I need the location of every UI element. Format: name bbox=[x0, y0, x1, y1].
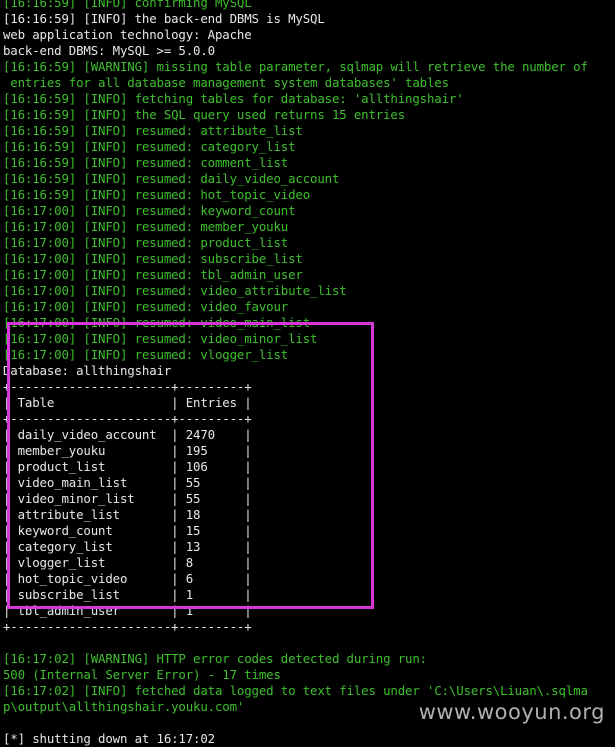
console-line: | product_list | 106 | bbox=[3, 459, 252, 474]
console-line: | subscribe_list | 1 | bbox=[3, 587, 252, 602]
terminal-output: [16:16:59] [INFO] confirming MySQL [16:16… bbox=[3, 0, 615, 747]
console-line: [16:17:00] [INFO] resumed: video_attribu… bbox=[3, 283, 347, 298]
console-line: [16:16:59] [INFO] the back-end DBMS is M… bbox=[3, 11, 325, 26]
console-line: [16:16:59] [INFO] resumed: attribute_lis… bbox=[3, 123, 303, 138]
console-line: back-end DBMS: MySQL >= 5.0.0 bbox=[3, 43, 215, 58]
console-line: | Table | Entries | bbox=[3, 395, 252, 410]
console-line: | daily_video_account | 2470 | bbox=[3, 427, 252, 442]
console-line: | category_list | 13 | bbox=[3, 539, 252, 554]
console-line: [16:16:59] [INFO] resumed: daily_video_a… bbox=[3, 171, 340, 186]
console-line: [16:17:02] [INFO] fetched data logged to… bbox=[3, 683, 588, 698]
console-line: [*] shutting down at 16:17:02 bbox=[3, 731, 215, 746]
console-line: [16:17:00] [INFO] resumed: member_youku bbox=[3, 219, 289, 234]
console-line: [16:17:00] [INFO] resumed: tbl_admin_use… bbox=[3, 267, 303, 282]
console-line: [16:16:59] [WARNING] missing table param… bbox=[3, 59, 588, 74]
console-line: [16:16:59] [INFO] confirming MySQL bbox=[3, 0, 252, 10]
console-line: [16:17:00] [INFO] resumed: subscribe_lis… bbox=[3, 251, 303, 266]
console-line: [16:17:00] [INFO] resumed: video_favour bbox=[3, 299, 289, 314]
watermark: www.wooyun.org bbox=[418, 700, 605, 724]
console-line: [16:16:59] [INFO] resumed: category_list bbox=[3, 139, 296, 154]
console-line: Database: allthingshair bbox=[3, 363, 172, 378]
console-line: | vlogger_list | 8 | bbox=[3, 555, 252, 570]
console-line: | hot_topic_video | 6 | bbox=[3, 571, 252, 586]
console-line: entries for all database management syst… bbox=[3, 75, 449, 90]
console-line: | keyword_count | 15 | bbox=[3, 523, 252, 538]
console-line: [16:16:59] [INFO] the SQL query used ret… bbox=[3, 107, 406, 122]
console-line: web application technology: Apache bbox=[3, 27, 252, 42]
console-line: | attribute_list | 18 | bbox=[3, 507, 252, 522]
console-line: [16:16:59] [INFO] resumed: comment_list bbox=[3, 155, 289, 170]
console-line: [16:17:00] [INFO] resumed: video_minor_l… bbox=[3, 331, 318, 346]
console-line: [16:17:00] [INFO] resumed: vlogger_list bbox=[3, 347, 289, 362]
console-line: +----------------------+---------+ bbox=[3, 411, 252, 426]
console-line: [16:17:00] [INFO] resumed: video_main_li… bbox=[3, 315, 311, 330]
console-line: | video_minor_list | 55 | bbox=[3, 491, 252, 506]
console-line: 500 (Internal Server Error) - 17 times bbox=[3, 667, 281, 682]
console-line: | tbl_admin_user | 1 | bbox=[3, 603, 252, 618]
console-line: +----------------------+---------+ bbox=[3, 619, 252, 634]
console-line: [16:17:00] [INFO] resumed: product_list bbox=[3, 235, 289, 250]
console-line: | member_youku | 195 | bbox=[3, 443, 252, 458]
console-line: | video_main_list | 55 | bbox=[3, 475, 252, 490]
console-line: [16:17:02] [WARNING] HTTP error codes de… bbox=[3, 651, 427, 666]
console-line: [16:16:59] [INFO] resumed: hot_topic_vid… bbox=[3, 187, 311, 202]
console-line: [16:17:00] [INFO] resumed: keyword_count bbox=[3, 203, 296, 218]
console-line: [16:16:59] [INFO] fetching tables for da… bbox=[3, 91, 464, 106]
console-line: +----------------------+---------+ bbox=[3, 379, 252, 394]
